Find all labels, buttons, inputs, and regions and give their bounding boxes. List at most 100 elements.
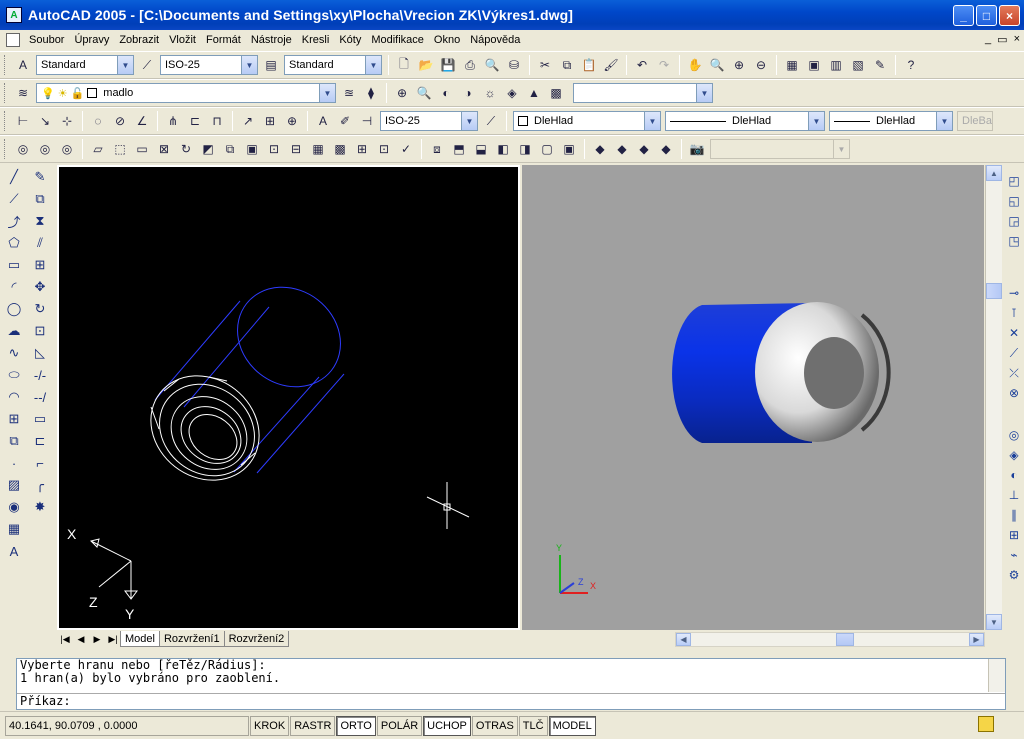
prev-tab-icon[interactable]: ◀ <box>73 632 89 646</box>
dimension-edit-icon[interactable]: A <box>313 111 333 131</box>
save-icon[interactable]: 💾 <box>438 55 458 75</box>
leader-icon[interactable]: ↗ <box>238 111 258 131</box>
intersect-icon[interactable]: ◎ <box>57 139 77 159</box>
tab-rozvrzeni1[interactable]: Rozvržení1 <box>158 631 225 647</box>
copy-icon[interactable]: ⧉ <box>557 55 577 75</box>
trim-icon[interactable]: -/- <box>30 365 50 385</box>
design-center-icon[interactable]: ▣ <box>804 55 824 75</box>
document-icon[interactable] <box>6 33 20 47</box>
last-tab-icon[interactable]: ▶| <box>105 632 121 646</box>
chevron-down-icon[interactable]: ▼ <box>644 112 660 130</box>
status-lineweight-button[interactable]: TLČ <box>518 715 548 736</box>
menu-vlozit[interactable]: Vložit <box>164 34 201 46</box>
layer-combo[interactable]: 💡 ☀ 🔓 madlo ▼ <box>36 83 336 103</box>
wireframe-viewport[interactable]: X Y Z <box>57 165 520 630</box>
quick-dimension-icon[interactable]: ⋔ <box>163 111 183 131</box>
delete-faces-icon[interactable]: ⊠ <box>154 139 174 159</box>
scenes-icon[interactable]: ◑ <box>458 83 478 103</box>
next-tab-icon[interactable]: ▶ <box>89 632 105 646</box>
minimize-button[interactable]: _ <box>953 5 974 26</box>
top-view-icon[interactable]: ⬒ <box>449 139 469 159</box>
rendered-viewport[interactable]: Y X Z <box>522 165 984 630</box>
command-scrollbar[interactable] <box>988 659 1005 692</box>
menu-zobrazit[interactable]: Zobrazit <box>114 34 164 46</box>
lights-icon[interactable]: ☼ <box>480 83 500 103</box>
dimension-update-icon[interactable]: ⊣ <box>357 111 377 131</box>
pan-icon[interactable]: ✋ <box>685 55 705 75</box>
scale-icon[interactable]: ⊡ <box>30 321 50 341</box>
table-style-icon[interactable]: ▤ <box>261 55 281 75</box>
snap-endpoint-icon[interactable]: ⊸ <box>1005 284 1023 302</box>
chevron-down-icon[interactable]: ▼ <box>696 84 712 102</box>
print-preview-icon[interactable]: 🔍 <box>482 55 502 75</box>
snap-parallel-icon[interactable]: ∥ <box>1005 506 1023 524</box>
dim-style-icon[interactable]: ⟋ <box>137 55 157 75</box>
preferences-icon[interactable]: ▩ <box>546 83 566 103</box>
rectangle-icon[interactable]: ▭ <box>4 255 24 275</box>
draw-order-icon[interactable]: ◰ <box>1005 172 1023 190</box>
insert-block-icon[interactable]: ⊞ <box>4 409 24 429</box>
fillet-icon[interactable]: ╭ <box>30 475 50 495</box>
copy-edges-icon[interactable]: ⊡ <box>264 139 284 159</box>
ellipse-icon[interactable]: ⬭ <box>4 365 24 385</box>
angular-dimension-icon[interactable]: ∠ <box>132 111 152 131</box>
scroll-down-icon[interactable]: ▼ <box>986 614 1002 630</box>
radius-dimension-icon[interactable]: ◌ <box>88 111 108 131</box>
close-button[interactable]: × <box>999 5 1020 26</box>
color-faces-icon[interactable]: ▣ <box>242 139 262 159</box>
chevron-down-icon[interactable]: ▼ <box>461 112 477 130</box>
zoom-previous-icon[interactable]: ⊖ <box>751 55 771 75</box>
snap-center-icon[interactable]: ◎ <box>1005 426 1023 444</box>
chamfer-icon[interactable]: ⌐ <box>30 453 50 473</box>
zoom-realtime-icon[interactable]: 🔍 <box>707 55 727 75</box>
status-ortho-button[interactable]: ORTO <box>336 715 376 736</box>
region-icon[interactable]: ◉ <box>4 497 24 517</box>
communication-center-icon[interactable] <box>978 716 994 732</box>
linetype-combo[interactable]: DleHlad ▼ <box>665 111 825 131</box>
undo-icon[interactable]: ↶ <box>632 55 652 75</box>
left-view-icon[interactable]: ◧ <box>493 139 513 159</box>
chevron-down-icon[interactable]: ▼ <box>936 112 952 130</box>
copy-faces-icon[interactable]: ⧉ <box>220 139 240 159</box>
tab-model[interactable]: Model <box>120 631 160 647</box>
scroll-right-icon[interactable]: ▶ <box>969 633 984 646</box>
check-icon[interactable]: ✓ <box>396 139 416 159</box>
tool-palettes-icon[interactable]: ▥ <box>826 55 846 75</box>
vertical-scrollbar[interactable]: ▲ ▼ <box>985 165 1002 630</box>
front-view-icon[interactable]: ▢ <box>537 139 557 159</box>
menu-koty[interactable]: Kóty <box>334 34 366 46</box>
imprint-icon[interactable]: ▦ <box>308 139 328 159</box>
stretch-icon[interactable]: ◺ <box>30 343 50 363</box>
toolbar-grip[interactable] <box>4 111 8 131</box>
menu-kresli[interactable]: Kresli <box>297 34 335 46</box>
make-layer-current-icon[interactable]: ≊ <box>339 83 359 103</box>
chevron-down-icon[interactable]: ▼ <box>319 84 335 102</box>
lineweight-combo[interactable]: DleHlad ▼ <box>829 111 953 131</box>
scroll-up-icon[interactable]: ▲ <box>986 165 1002 181</box>
dimension-text-edit-icon[interactable]: ✐ <box>335 111 355 131</box>
offset-icon[interactable]: ⫽ <box>30 233 50 253</box>
text-style-icon[interactable]: A <box>13 55 33 75</box>
zoom-in-icon[interactable]: 🔍 <box>414 83 434 103</box>
separate-icon[interactable]: ⊞ <box>352 139 372 159</box>
spline-icon[interactable]: ∿ <box>4 343 24 363</box>
rotate-faces-icon[interactable]: ↻ <box>176 139 196 159</box>
point-icon[interactable]: · <box>4 453 24 473</box>
right-view-icon[interactable]: ◨ <box>515 139 535 159</box>
open-file-icon[interactable]: 📂 <box>416 55 436 75</box>
tab-rozvrzeni2[interactable]: Rozvržení2 <box>223 631 290 647</box>
layer-previous-icon[interactable]: ⧫ <box>361 83 381 103</box>
table-style-combo[interactable]: Standard ▼ <box>284 55 382 75</box>
text-style-combo[interactable]: Standard ▼ <box>36 55 134 75</box>
table-icon[interactable]: ▦ <box>4 519 24 539</box>
menu-okno[interactable]: Okno <box>429 34 465 46</box>
snap-extension-icon[interactable]: ⟋ <box>1005 344 1023 362</box>
line-icon[interactable]: ╱ <box>4 167 24 187</box>
bring-above-icon[interactable]: ◳ <box>1005 232 1023 250</box>
extrude-faces-icon[interactable]: ▱ <box>88 139 108 159</box>
status-snap-button[interactable]: KROK <box>250 715 290 736</box>
clean-icon[interactable]: ▩ <box>330 139 350 159</box>
horizontal-scrollbar[interactable]: ◀ ▶ <box>675 632 985 647</box>
autocad-app-icon[interactable]: A <box>6 7 22 23</box>
hatch-icon[interactable]: ▨ <box>4 475 24 495</box>
